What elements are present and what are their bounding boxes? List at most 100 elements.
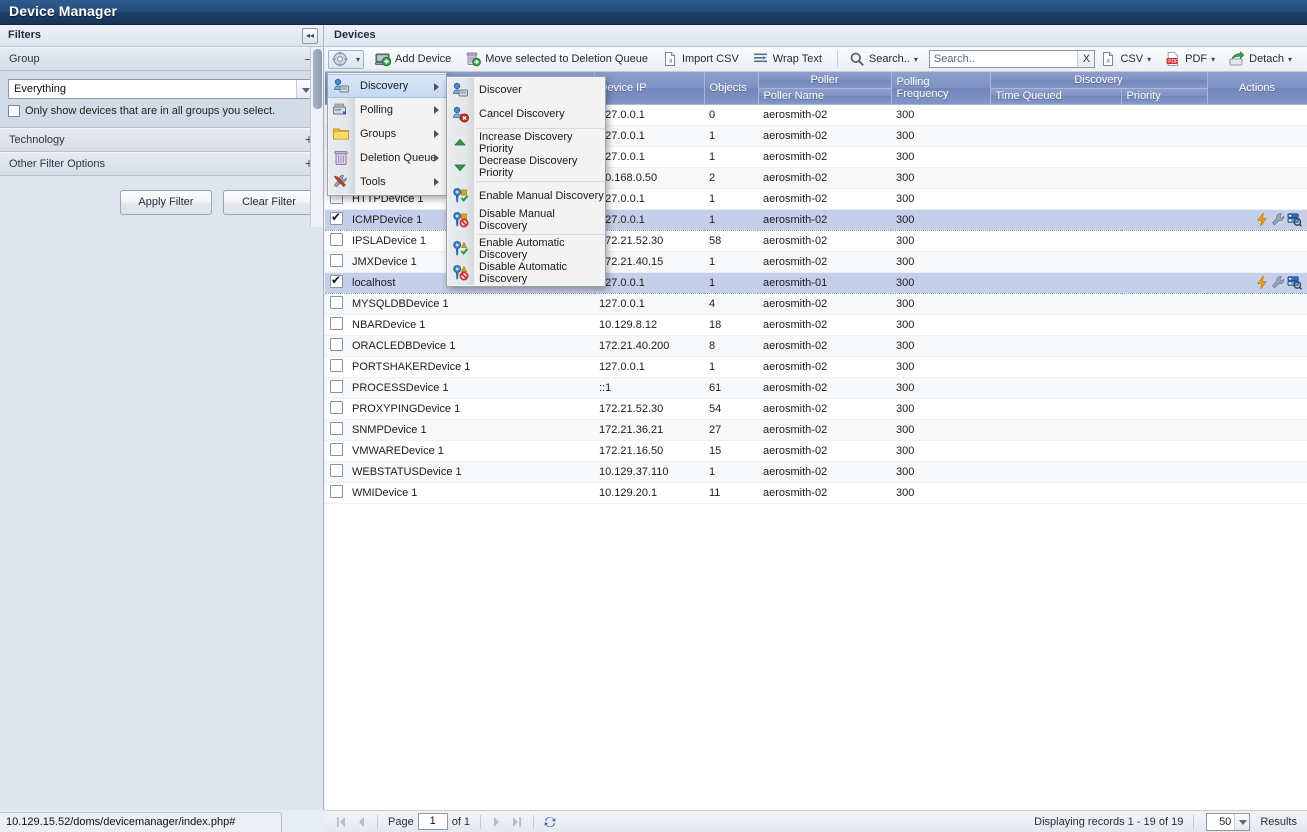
- submenu-item-disable-automatic-discovery[interactable]: Disable Automatic Discovery: [447, 261, 605, 285]
- submenu-item-decrease-discovery-priority[interactable]: Decrease Discovery Priority: [447, 155, 605, 179]
- header-time-queued[interactable]: Time Queued: [990, 88, 1122, 105]
- menu-item-discovery[interactable]: Discovery: [328, 74, 446, 98]
- clear-filter-button[interactable]: Clear Filter: [223, 190, 315, 215]
- page-number-input[interactable]: 1: [417, 813, 448, 830]
- row-checkbox-cell[interactable]: [325, 398, 347, 420]
- row-select-checkbox[interactable]: [330, 379, 343, 393]
- cell-objects: 1: [704, 146, 758, 168]
- header-objects[interactable]: Objects: [704, 72, 759, 105]
- submenu-item-cancel-discovery[interactable]: Cancel Discovery: [447, 102, 605, 126]
- table-row[interactable]: PORTSHAKERDevice 1 127.0.0.1 1 aerosmith-02…: [325, 356, 1307, 378]
- actions-gear-button[interactable]: ▾: [328, 49, 365, 69]
- menu-item-tools[interactable]: Tools: [328, 170, 446, 194]
- row-select-checkbox[interactable]: [330, 210, 343, 225]
- row-select-checkbox[interactable]: [330, 484, 343, 498]
- row-select-checkbox[interactable]: [330, 421, 343, 435]
- filter-section-group[interactable]: Group –: [0, 47, 323, 71]
- row-select-checkbox[interactable]: [330, 295, 343, 309]
- next-page-icon[interactable]: [489, 814, 505, 830]
- row-select-checkbox[interactable]: [330, 400, 343, 414]
- cell-device-ip: 172.21.52.30: [594, 398, 704, 420]
- cell-objects: 1: [704, 251, 758, 273]
- table-row[interactable]: VMWAREDevice 1 172.21.16.50 15 aerosmith-02…: [325, 440, 1307, 462]
- header-device-ip[interactable]: Device IP: [594, 72, 705, 105]
- row-checkbox-cell[interactable]: [325, 293, 347, 315]
- row-select-checkbox[interactable]: [330, 253, 343, 267]
- search-dropdown-button[interactable]: Search.. ▾: [844, 49, 925, 70]
- results-per-page-select[interactable]: 50: [1206, 812, 1251, 831]
- table-row[interactable]: MYSQLDBDevice 1 127.0.0.1 4 aerosmith-02 300: [325, 293, 1307, 315]
- table-row[interactable]: PROCESSDevice 1::1 61 aerosmith-02 300: [325, 377, 1307, 399]
- row-select-checkbox[interactable]: [330, 316, 343, 330]
- submenu-item-increase-discovery-priority[interactable]: Increase Discovery Priority: [447, 131, 605, 155]
- search-input[interactable]: Search.. X: [928, 50, 1096, 68]
- move-to-deletion-queue-button[interactable]: Move selected to Deletion Queue: [460, 49, 655, 70]
- row-select-checkbox[interactable]: [330, 273, 343, 288]
- filter-section-other[interactable]: Other Filter Options +: [0, 152, 323, 176]
- pdf-export-button[interactable]: PDF PDF ▾: [1160, 49, 1222, 70]
- wrap-text-button[interactable]: Wrap Text: [748, 49, 829, 70]
- first-page-icon[interactable]: [333, 814, 349, 830]
- table-row[interactable]: WEBSTATUSDevice 1 10.129.37.110 1 aerosmith…: [325, 461, 1307, 483]
- row-select-checkbox[interactable]: [330, 337, 343, 351]
- row-select-checkbox[interactable]: [330, 463, 343, 477]
- add-device-button[interactable]: Add Device: [370, 49, 458, 70]
- pdf-icon: PDF: [1165, 51, 1181, 67]
- table-row[interactable]: PROXYPINGDevice 1 172.21.52.30 54 aerosmith…: [325, 398, 1307, 420]
- group-select[interactable]: Everything: [8, 79, 315, 99]
- row-checkbox-cell[interactable]: [325, 251, 347, 273]
- table-row[interactable]: NBARDevice 1 10.129.8.12 18 aerosmith-02 300: [325, 314, 1307, 336]
- row-checkbox-cell[interactable]: [325, 208, 347, 231]
- submenu-item-enable-manual-discovery[interactable]: Enable Manual Discovery: [447, 184, 605, 208]
- filter-section-technology[interactable]: Technology +: [0, 128, 323, 152]
- row-checkbox-cell[interactable]: [325, 271, 347, 294]
- wrench-icon[interactable]: [1271, 212, 1286, 227]
- row-select-checkbox[interactable]: [330, 358, 343, 372]
- menu-item-groups[interactable]: Groups: [328, 122, 446, 146]
- row-checkbox-cell[interactable]: [325, 419, 347, 441]
- table-row[interactable]: SNMPDevice 1 172.21.36.21 27 aerosmith-02 30…: [325, 419, 1307, 441]
- row-select-checkbox[interactable]: [330, 442, 343, 456]
- filters-scrollbar-thumb[interactable]: [313, 49, 322, 109]
- submenu-item-discover[interactable]: Discover: [447, 78, 605, 102]
- grid-footer: Page 1 of 1 Displaying records 1 - 19 of…: [325, 810, 1307, 832]
- server-search-icon[interactable]: [1287, 275, 1303, 290]
- row-checkbox-cell[interactable]: [325, 440, 347, 462]
- filters-scrollbar[interactable]: [310, 47, 323, 227]
- submenu-item-disable-manual-discovery[interactable]: Disable Manual Discovery: [447, 208, 605, 232]
- cell-polling-frequency: 300: [891, 188, 990, 210]
- row-checkbox-cell[interactable]: [325, 482, 347, 504]
- row-checkbox-cell[interactable]: [325, 356, 347, 378]
- cell-poller-name: aerosmith-02: [758, 377, 891, 399]
- wrench-icon[interactable]: [1271, 275, 1286, 290]
- chevron-down-icon[interactable]: [1234, 813, 1250, 830]
- row-checkbox-cell[interactable]: [325, 377, 347, 399]
- prev-page-icon[interactable]: [353, 814, 369, 830]
- lightning-icon[interactable]: [1255, 212, 1270, 227]
- apply-filter-button[interactable]: Apply Filter: [119, 190, 212, 215]
- only-all-groups-checkbox[interactable]: [8, 105, 20, 117]
- import-csv-button[interactable]: a Import CSV: [657, 49, 746, 70]
- row-checkbox-cell[interactable]: [325, 314, 347, 336]
- submenu-item-enable-automatic-discovery[interactable]: Enable Automatic Discovery: [447, 237, 605, 261]
- row-checkbox-cell[interactable]: [325, 461, 347, 483]
- table-row[interactable]: WMIDevice 1 10.129.20.1 11 aerosmith-02 300: [325, 482, 1307, 504]
- detach-button[interactable]: Detach ▾: [1224, 49, 1299, 70]
- header-poller-name[interactable]: Poller Name: [758, 88, 892, 105]
- collapse-left-icon[interactable]: ◂◂: [302, 28, 318, 44]
- last-page-icon[interactable]: [509, 814, 525, 830]
- header-priority[interactable]: Priority: [1121, 88, 1208, 105]
- cell-device-ip: 127.0.0.1: [594, 293, 704, 315]
- header-polling-frequency[interactable]: Polling Frequency: [891, 72, 991, 105]
- row-select-checkbox[interactable]: [330, 232, 343, 246]
- refresh-icon[interactable]: [542, 814, 558, 830]
- row-checkbox-cell[interactable]: [325, 335, 347, 357]
- menu-item-polling[interactable]: Polling: [328, 98, 446, 122]
- csv-export-button[interactable]: a CSV ▾: [1095, 49, 1158, 70]
- table-row[interactable]: ORACLEDBDevice 1 172.21.40.200 8 aerosmith-…: [325, 335, 1307, 357]
- server-search-icon[interactable]: [1287, 212, 1303, 227]
- menu-item-deletion-queue[interactable]: Deletion Queue: [328, 146, 446, 170]
- clear-search-icon[interactable]: X: [1077, 51, 1095, 67]
- row-checkbox-cell[interactable]: [325, 230, 347, 252]
- lightning-icon[interactable]: [1255, 275, 1270, 290]
